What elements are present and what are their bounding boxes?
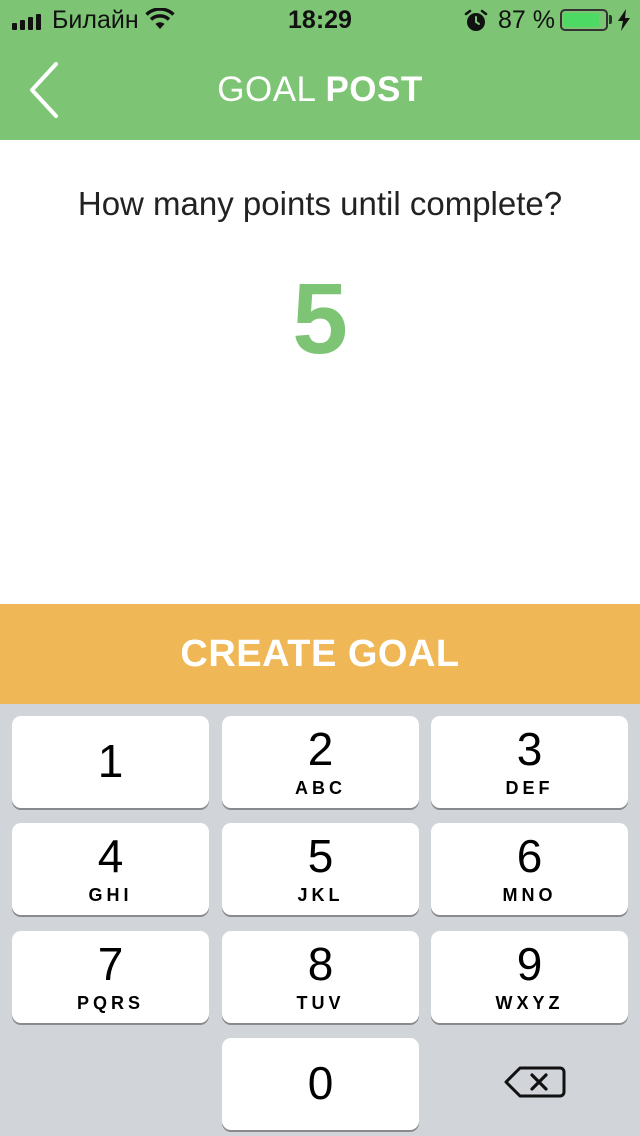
app-title-light: GOAL <box>217 70 316 109</box>
key-digit: 2 <box>307 723 334 775</box>
key-1[interactable]: 1 <box>12 716 209 808</box>
app-title-bold: POST <box>325 70 423 109</box>
key-2[interactable]: 2 ABC <box>222 716 419 808</box>
alarm-icon <box>464 9 488 31</box>
battery-cap <box>609 15 612 24</box>
key-9[interactable]: 9 WXYZ <box>431 931 628 1023</box>
points-question: How many points until complete? <box>77 185 563 222</box>
status-bar: Билайн 18:29 87 % <box>0 0 640 40</box>
key-digit: 0 <box>307 1057 334 1109</box>
key-letters: DEF <box>505 778 554 798</box>
points-value[interactable]: 5 <box>0 262 640 377</box>
key-digit: 6 <box>516 830 543 882</box>
key-letters: GHI <box>88 885 133 905</box>
key-7[interactable]: 7 PQRS <box>12 931 209 1023</box>
key-digit: 5 <box>307 830 334 882</box>
key-letters: JKL <box>297 885 344 905</box>
key-4[interactable]: 4 GHI <box>12 823 209 915</box>
battery-percent: 87 % <box>498 6 555 34</box>
battery-level-fill <box>564 13 599 27</box>
key-digit: 1 <box>97 735 124 787</box>
key-digit: 9 <box>516 938 543 990</box>
key-digit: 7 <box>97 938 124 990</box>
key-digit: 3 <box>516 723 543 775</box>
key-digit: 8 <box>307 938 334 990</box>
key-8[interactable]: 8 TUV <box>222 931 419 1023</box>
key-letters: MNO <box>502 885 557 905</box>
key-digit: 4 <box>97 830 124 882</box>
app-header: Билайн 18:29 87 % GOAL POST <box>0 0 640 140</box>
key-3[interactable]: 3 DEF <box>431 716 628 808</box>
key-letters: WXYZ <box>495 993 564 1013</box>
key-letters: PQRS <box>76 993 144 1013</box>
key-letters: TUV <box>296 993 345 1013</box>
backspace-icon[interactable] <box>498 1062 568 1102</box>
key-5[interactable]: 5 JKL <box>222 823 419 915</box>
battery-icon <box>560 9 608 31</box>
app-title: GOAL POST <box>0 70 640 110</box>
key-0[interactable]: 0 <box>222 1038 419 1130</box>
charging-bolt-icon <box>618 9 630 31</box>
create-goal-button[interactable]: CREATE GOAL <box>0 604 640 704</box>
key-letters: ABC <box>295 778 346 798</box>
key-6[interactable]: 6 MNO <box>431 823 628 915</box>
